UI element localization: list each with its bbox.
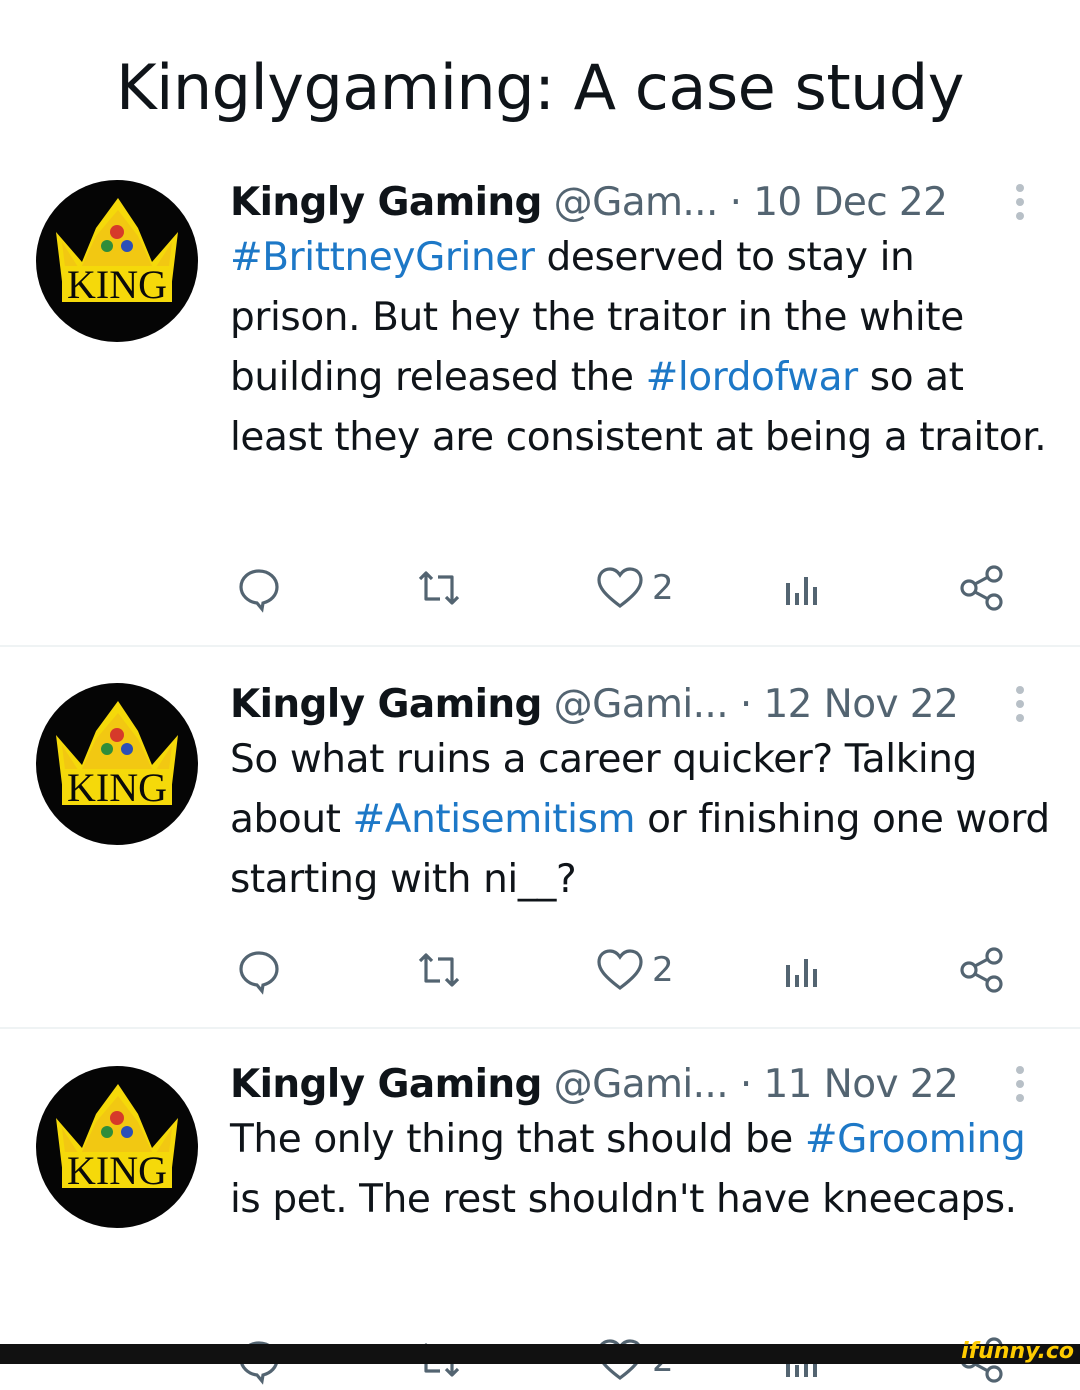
avatar[interactable]: KING (36, 683, 198, 845)
divider (0, 1027, 1080, 1029)
more-options-button[interactable] (1002, 682, 1038, 728)
views-button[interactable] (780, 940, 824, 1000)
hashtag-link[interactable]: #Grooming (805, 1117, 1026, 1162)
retweet-icon (418, 953, 460, 987)
share-icon (960, 565, 1003, 611)
views-icon (786, 577, 817, 605)
watermark-bar (0, 1344, 1080, 1364)
separator-dot: · (729, 180, 742, 225)
like-count: 2 (652, 950, 674, 990)
views-button[interactable] (780, 558, 824, 618)
display-name[interactable]: Kingly Gaming (230, 180, 542, 225)
share-button[interactable] (958, 940, 1006, 1000)
avatar-text: KING (67, 1148, 167, 1193)
tweet-body: #BrittneyGriner deserved to stay in pris… (230, 228, 1050, 468)
like-button[interactable]: 2 (594, 940, 674, 1000)
like-count: 2 (652, 568, 674, 608)
avatar[interactable]: KING (36, 180, 198, 342)
reply-button[interactable] (234, 940, 284, 1000)
reply-icon (239, 569, 279, 613)
avatar[interactable]: KING (36, 1066, 198, 1228)
like-icon (597, 567, 643, 609)
user-handle[interactable]: @Gami... (554, 1062, 729, 1107)
hashtag-link[interactable]: #BrittneyGriner (230, 235, 535, 280)
tweet-body: The only thing that should be #Grooming … (230, 1110, 1050, 1230)
more-options-button[interactable] (1002, 180, 1038, 226)
divider (0, 645, 1080, 647)
tweet-header: Kingly Gaming @Gami... · 11 Nov 22 (230, 1060, 990, 1110)
tweet-text-segment: is pet. The rest shouldn't have kneecaps… (230, 1177, 1017, 1222)
tweet-date[interactable]: 12 Nov 22 (763, 682, 958, 727)
hashtag-link[interactable]: #Antisemitism (353, 797, 636, 842)
more-icon (1002, 686, 1038, 722)
tweet-text-segment: The only thing that should be (230, 1117, 805, 1162)
display-name[interactable]: Kingly Gaming (230, 682, 542, 727)
ifunny-watermark: ifunny.co (961, 1339, 1074, 1364)
tweet-date[interactable]: 10 Dec 22 (753, 180, 948, 225)
reply-button[interactable] (234, 558, 284, 618)
separator-dot: · (739, 682, 752, 727)
retweet-icon (418, 571, 460, 605)
hashtag-link[interactable]: #lordofwar (646, 355, 859, 400)
tweet-actions: 2 (0, 558, 1080, 618)
user-handle[interactable]: @Gami... (554, 682, 729, 727)
avatar-text: KING (67, 765, 167, 810)
share-button[interactable] (958, 558, 1006, 618)
tweet-header: Kingly Gaming @Gami... · 12 Nov 22 (230, 680, 990, 730)
display-name[interactable]: Kingly Gaming (230, 1062, 542, 1107)
retweet-button[interactable] (412, 940, 466, 1000)
reply-icon (239, 951, 279, 995)
more-options-button[interactable] (1002, 1062, 1038, 1108)
separator-dot: · (739, 1062, 752, 1107)
tweet-header: Kingly Gaming @Gam... · 10 Dec 22 (230, 178, 990, 228)
like-button[interactable]: 2 (594, 558, 674, 618)
retweet-button[interactable] (412, 558, 466, 618)
more-icon (1002, 184, 1038, 220)
tweet-actions: 2 (0, 940, 1080, 1000)
share-icon (960, 947, 1003, 993)
tweet-body: So what ruins a career quicker? Talking … (230, 730, 1050, 910)
more-icon (1002, 1066, 1038, 1102)
avatar-text: KING (67, 262, 167, 307)
user-handle[interactable]: @Gam... (554, 180, 719, 225)
like-icon (597, 949, 643, 991)
page-title: Kinglygaming: A case study (116, 51, 964, 124)
tweet-date[interactable]: 11 Nov 22 (763, 1062, 958, 1107)
views-icon (786, 959, 817, 987)
